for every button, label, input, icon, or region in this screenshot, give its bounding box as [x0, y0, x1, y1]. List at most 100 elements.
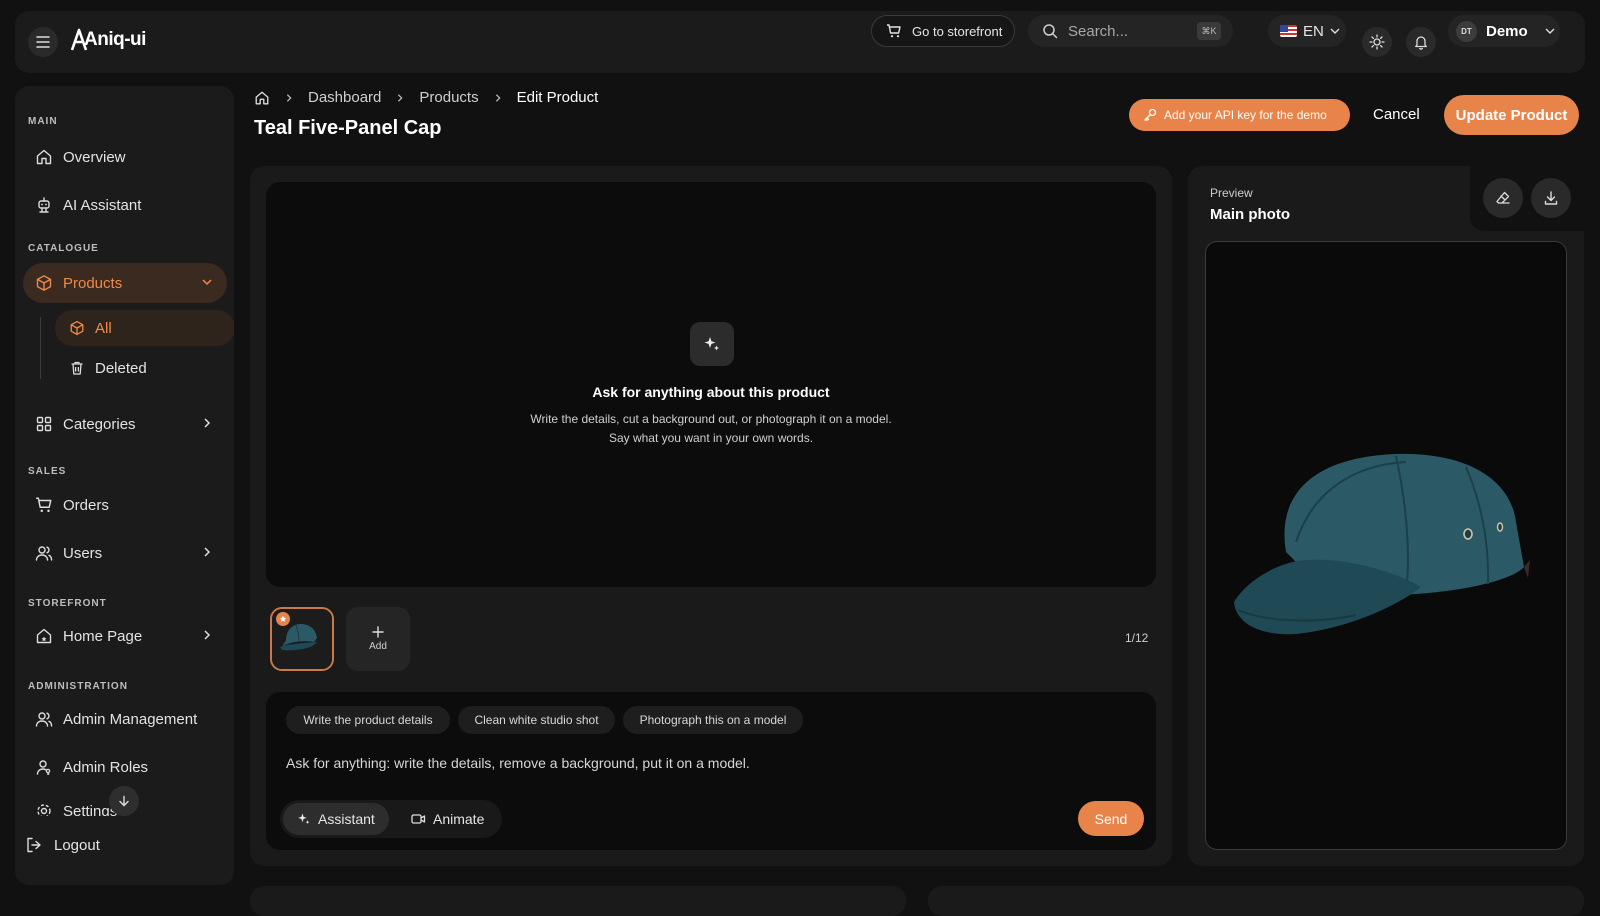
section-title-storefront: STOREFRONT	[28, 598, 107, 609]
breadcrumb-dashboard[interactable]: Dashboard	[308, 89, 381, 106]
sidebar-item-label: Users	[63, 544, 103, 562]
chevron-down-icon	[202, 279, 212, 286]
us-flag-icon	[1280, 25, 1297, 37]
suggestion-chip-studio-shot[interactable]: Clean white studio shot	[458, 706, 615, 734]
sidebar-item-admin-management[interactable]: Admin Management	[23, 699, 227, 739]
sparkle-icon	[704, 337, 719, 351]
erase-button[interactable]	[1483, 178, 1523, 218]
sidebar-item-label: Deleted	[95, 359, 147, 377]
section-title-main: MAIN	[28, 116, 58, 127]
mode-animate-label: Animate	[433, 811, 485, 827]
sidebar-item-label: Products	[63, 274, 123, 292]
arrow-down-icon	[119, 795, 129, 807]
empty-state-description: Write the details, cut a background out,…	[530, 412, 892, 445]
sidebar-item-admin-roles[interactable]: Admin Roles	[23, 747, 227, 787]
bottom-card-left	[250, 886, 906, 916]
sidebar-scroll-down-button[interactable]	[109, 786, 139, 816]
suggestion-chip-write-details[interactable]: Write the product details	[286, 706, 450, 734]
search-icon	[1043, 24, 1058, 39]
chevron-right-icon	[204, 418, 211, 428]
users-icon	[35, 546, 53, 561]
logout-icon	[27, 837, 41, 853]
trash-icon	[71, 361, 83, 375]
video-icon	[411, 814, 426, 824]
sidebar-item-users[interactable]: Users	[23, 533, 227, 573]
bottom-card-right	[928, 886, 1584, 916]
logout-label: Logout	[54, 836, 100, 854]
sparkle-badge	[690, 322, 734, 366]
sidebar-item-orders[interactable]: Orders	[23, 485, 227, 525]
add-image-label: Add	[369, 641, 387, 652]
hamburger-icon	[36, 36, 50, 48]
cart-icon	[36, 497, 52, 513]
section-title-sales: SALES	[28, 466, 67, 477]
app-logo-text: Aniq-ui	[84, 29, 146, 50]
users-icon	[35, 712, 53, 727]
sidebar-item-all-products[interactable]: All	[55, 310, 234, 346]
chevron-right-icon	[204, 630, 211, 640]
box-icon	[36, 275, 52, 291]
chevron-down-icon	[1545, 28, 1555, 34]
preview-title: Main photo	[1210, 206, 1290, 223]
page-title: Teal Five-Panel Cap	[254, 117, 442, 139]
chevron-down-icon	[1330, 28, 1340, 34]
suggestion-chip-model-photo[interactable]: Photograph this on a model	[623, 706, 803, 734]
language-selector[interactable]: EN	[1268, 15, 1346, 47]
add-api-key-button[interactable]: Add your API key for the demo	[1129, 99, 1350, 131]
go-to-storefront-label: Go to storefront	[912, 23, 1003, 39]
cart-icon	[887, 24, 901, 38]
breadcrumb: Dashboard Products Edit Product	[254, 89, 598, 106]
prompt-input[interactable]: Ask for anything: write the details, rem…	[286, 755, 750, 771]
notifications-button[interactable]	[1406, 27, 1436, 57]
empty-state-title: Ask for anything about this product	[592, 384, 830, 400]
update-product-button[interactable]: Update Product	[1444, 95, 1579, 135]
box-icon	[70, 320, 84, 336]
plus-icon	[372, 626, 384, 638]
go-to-storefront-button[interactable]: Go to storefront	[871, 15, 1015, 47]
breadcrumb-products[interactable]: Products	[419, 89, 478, 106]
sidebar-item-categories[interactable]: Categories	[23, 404, 227, 444]
avatar: DT	[1456, 20, 1477, 42]
chevron-right-icon	[495, 93, 501, 102]
logout-button[interactable]: Logout	[25, 836, 100, 854]
eraser-icon	[1496, 191, 1510, 204]
search-input[interactable]: Search... ⌘K	[1028, 15, 1233, 47]
cancel-button[interactable]: Cancel	[1373, 106, 1420, 123]
app-logo[interactable]: Aniq-ui	[70, 28, 146, 52]
add-image-button[interactable]: Add	[346, 607, 410, 671]
home-icon	[36, 149, 52, 165]
sidebar-item-home-page[interactable]: Home Page	[23, 616, 227, 656]
sidebar-item-ai-assistant[interactable]: AI Assistant	[23, 185, 227, 225]
grid-icon	[36, 416, 52, 432]
section-title-catalogue: CATALOGUE	[28, 243, 99, 254]
user-key-icon	[36, 760, 51, 775]
key-icon	[1144, 108, 1157, 122]
mode-assistant-tab[interactable]: Assistant	[283, 803, 389, 835]
user-menu[interactable]: DT Demo	[1448, 15, 1560, 47]
chevron-right-icon	[398, 93, 403, 102]
sidebar-item-overview[interactable]: Overview	[23, 137, 227, 177]
sidebar-item-label: Admin Roles	[63, 758, 149, 776]
chevron-right-icon	[204, 547, 211, 557]
sidebar: MAIN Overview AI Assistant CATALOGUE Pro…	[15, 86, 234, 885]
section-title-administration: ADMINISTRATION	[28, 681, 128, 692]
bell-icon	[1415, 36, 1427, 50]
send-button[interactable]: Send	[1078, 801, 1144, 836]
home-icon[interactable]	[254, 90, 270, 106]
chevron-right-icon	[286, 93, 292, 102]
theme-toggle-button[interactable]	[1362, 27, 1392, 57]
download-icon	[1544, 191, 1558, 205]
sidebar-item-products[interactable]: Products	[23, 263, 227, 303]
preview-label: Preview	[1210, 186, 1253, 200]
menu-toggle-button[interactable]	[28, 27, 58, 57]
breadcrumb-current: Edit Product	[516, 89, 599, 106]
sidebar-item-deleted-products[interactable]: Deleted	[55, 350, 234, 386]
mode-animate-tab[interactable]: Animate	[397, 803, 498, 835]
primary-image-star-icon	[276, 612, 290, 626]
sidebar-item-label: Categories	[63, 415, 136, 433]
download-button[interactable]	[1531, 178, 1571, 218]
language-label: EN	[1303, 22, 1324, 40]
user-name: Demo	[1486, 22, 1528, 40]
add-api-key-label: Add your API key for the demo	[1164, 108, 1327, 122]
cap-product-image	[1234, 453, 1530, 635]
